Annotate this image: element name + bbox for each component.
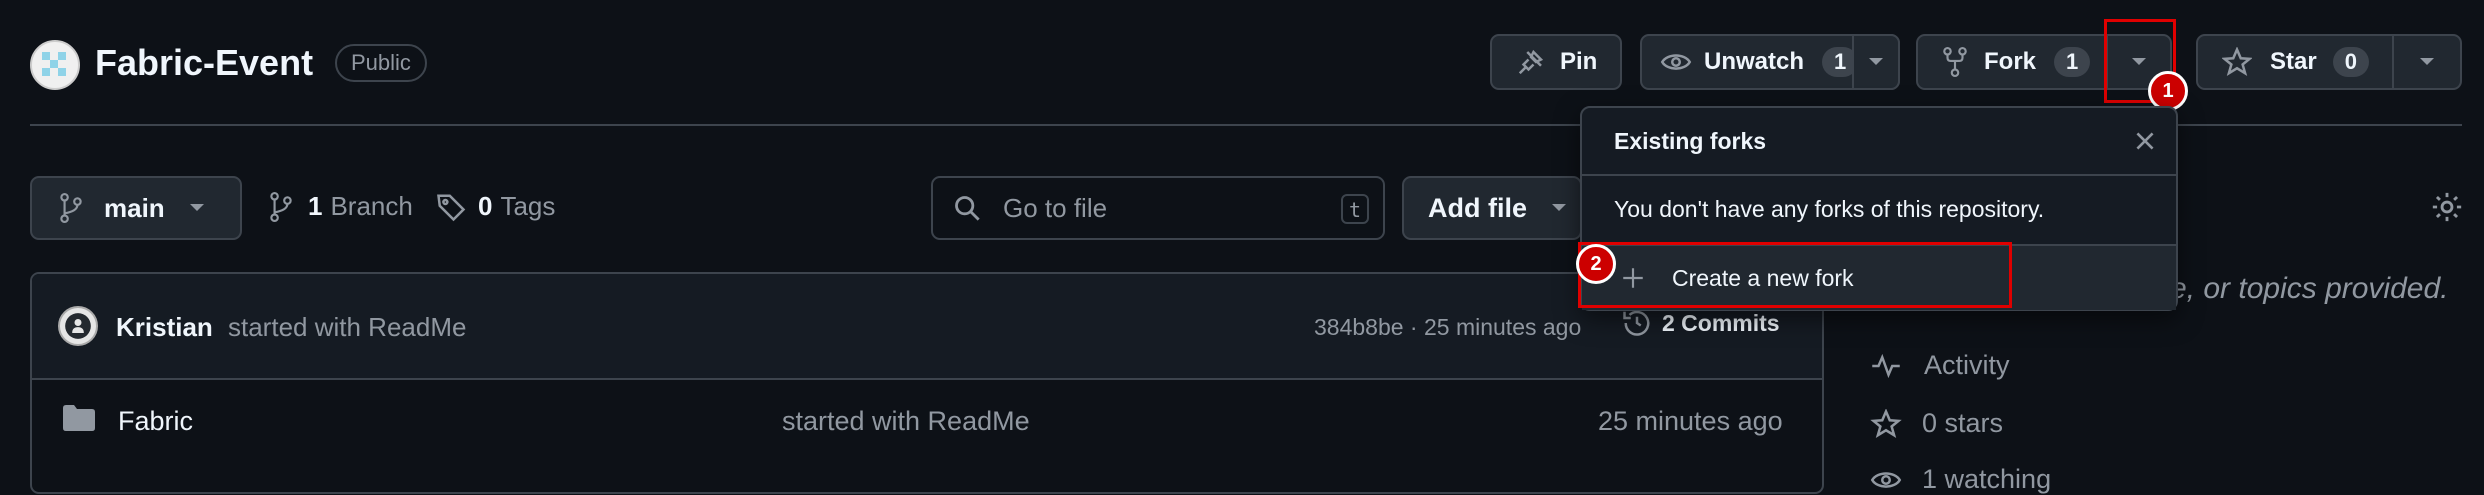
unwatch-label: Unwatch [1704,48,1805,75]
popup-divider [1582,174,2176,176]
add-file-label: Add file [1428,192,1527,223]
close-icon[interactable] [2132,128,2158,154]
avatar [58,306,98,346]
annotation-badge-1: 1 [2148,71,2188,111]
eye-icon [1870,465,1902,495]
tag-icon [436,192,466,222]
star-button[interactable]: Star 0 [2196,34,2394,90]
visibility-badge: Public [335,44,427,82]
table-row[interactable]: Fabric started with ReadMe 25 minutes ag… [32,380,1822,484]
commit-message[interactable]: started with ReadMe [228,312,466,343]
go-to-file-input[interactable]: Go to file t [931,176,1385,240]
watching-link[interactable]: 1 watching [1870,464,2051,495]
search-icon [953,194,981,222]
branch-name: main [104,192,165,223]
popup-empty-text: You don't have any forks of this reposit… [1614,196,2045,222]
activity-link[interactable]: Activity [1870,350,2010,381]
pin-label: Pin [1560,48,1598,75]
history-icon [1622,308,1652,338]
shortcut-key: t [1341,194,1369,224]
commit-hash-time[interactable]: 384b8be · 25 minutes ago [1314,314,1581,341]
tags-link[interactable]: 0 Tags [436,191,555,222]
branch-selector[interactable]: main [30,176,242,240]
fork-count: 1 [2054,47,2091,77]
branches-link[interactable]: 1 Branch [268,191,413,222]
folder-icon [62,404,96,432]
star-label: Star [2270,48,2317,75]
branch-icon [58,193,84,223]
file-time: 25 minutes ago [1598,406,1783,436]
pulse-icon [1870,351,1902,381]
pin-icon [1516,47,1546,77]
watching-label: 1 watching [1922,464,2052,494]
star-count: 0 [2332,47,2369,77]
fork-icon [1942,47,1968,77]
annotation-highlight-2 [1578,242,2012,308]
branch-icon [268,191,294,222]
unwatch-dropdown-button[interactable] [1852,34,1900,90]
star-icon [1870,408,1902,439]
gear-icon[interactable] [2430,190,2464,224]
search-placeholder: Go to file [1003,192,1108,223]
file-commit-message[interactable]: started with ReadMe [782,406,1030,437]
stars-label: 0 stars [1922,408,2004,438]
branches-count: 1 [308,191,323,221]
chevron-down-icon [2419,57,2435,67]
file-name[interactable]: Fabric [118,406,193,437]
latest-commit-row: Kristian started with ReadMe 384b8be · 2… [32,274,1822,380]
eye-icon [1660,47,1692,77]
annotation-badge-2: 2 [1576,244,1616,284]
stars-link[interactable]: 0 stars [1870,408,2003,439]
fork-button[interactable]: Fork 1 [1916,34,2108,90]
repo-avatar [30,40,80,90]
star-icon [2222,47,2252,77]
pin-button[interactable]: Pin [1490,34,1622,90]
activity-label: Activity [1924,350,2010,380]
commit-author[interactable]: Kristian [116,312,213,343]
commits-link[interactable]: 2 Commits [1622,308,1780,338]
about-description: e, or topics provided. [2170,272,2449,305]
branches-label: Branch [330,191,413,221]
tags-label: Tags [500,191,556,221]
popup-title: Existing forks [1614,128,1767,154]
file-table: Kristian started with ReadMe 384b8be · 2… [30,272,1824,494]
add-file-button[interactable]: Add file [1402,176,1582,240]
fork-label: Fork [1984,48,2037,75]
chevron-down-icon [1551,203,1567,213]
star-dropdown-button[interactable] [2392,34,2462,90]
chevron-down-icon [1868,57,1884,67]
tags-count: 0 [478,191,493,221]
commits-count: 2 Commits [1662,309,1780,336]
repo-name[interactable]: Fabric-Event [95,42,313,84]
chevron-down-icon [189,203,205,213]
